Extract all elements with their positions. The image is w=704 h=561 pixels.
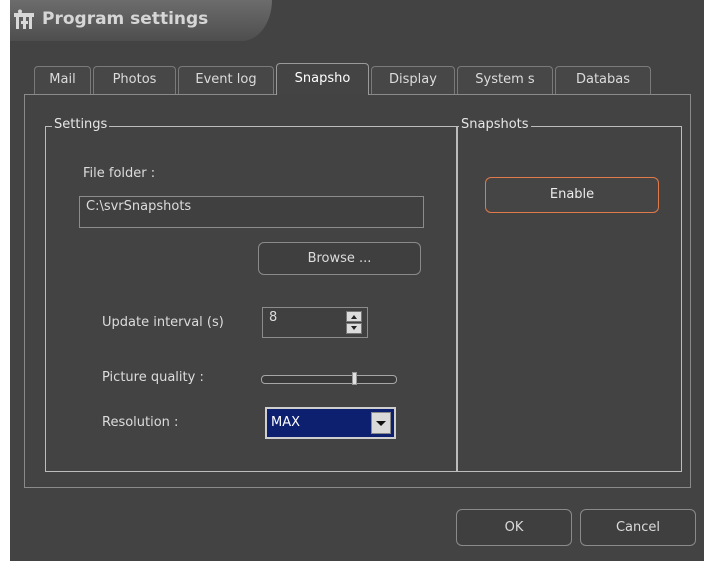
snapshots-legend: Snapshots <box>459 117 531 132</box>
arrow-down-icon <box>351 326 357 330</box>
spin-up-button[interactable] <box>346 311 362 322</box>
arrow-up-icon <box>351 315 357 319</box>
tab-mail[interactable]: Mail <box>34 66 91 94</box>
picture-quality-slider[interactable] <box>261 372 397 385</box>
tab-display[interactable]: Display <box>371 66 455 94</box>
browse-button[interactable]: Browse ... <box>258 242 421 275</box>
ok-button[interactable]: OK <box>456 509 572 546</box>
snapshots-group: Snapshots Enable <box>456 117 682 472</box>
tab-event-log[interactable]: Event log <box>178 66 274 94</box>
picture-quality-label: Picture quality : <box>102 370 204 385</box>
tab-system-settings[interactable]: System s <box>457 66 553 94</box>
tab-database[interactable]: Databas <box>555 66 651 94</box>
file-folder-label: File folder : <box>83 166 156 181</box>
tab-panel: Settings File folder : C:\svrSnapshots B… <box>24 94 691 488</box>
title-bar[interactable]: Program settings <box>10 0 704 41</box>
tab-snapshots[interactable]: Snapsho <box>276 63 369 95</box>
tab-photos[interactable]: Photos <box>93 66 176 94</box>
program-settings-window: Program settings Mail Photos Event log S… <box>10 0 704 561</box>
update-interval-label: Update interval (s) <box>102 315 224 330</box>
resolution-label: Resolution : <box>102 415 179 430</box>
enable-button[interactable]: Enable <box>485 177 659 213</box>
slider-thumb[interactable] <box>352 372 357 385</box>
window-title: Program settings <box>42 9 209 29</box>
resolution-value: MAX <box>271 415 301 430</box>
chevron-down-icon <box>376 421 386 426</box>
resolution-dropdown-button[interactable] <box>371 412 391 434</box>
file-folder-field[interactable]: C:\svrSnapshots <box>79 196 424 228</box>
title-tab: Program settings <box>10 0 272 41</box>
settings-group: Settings File folder : C:\svrSnapshots B… <box>45 117 458 472</box>
settings-legend: Settings <box>52 117 110 132</box>
spin-down-button[interactable] <box>346 323 362 334</box>
settings-icon <box>14 9 34 29</box>
cancel-button[interactable]: Cancel <box>580 509 696 546</box>
